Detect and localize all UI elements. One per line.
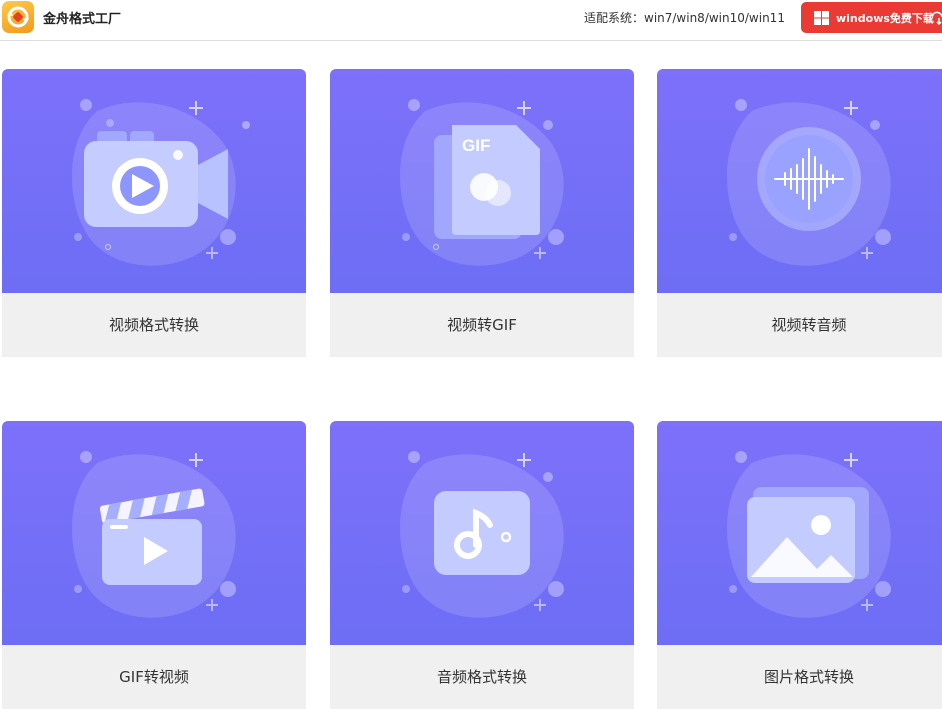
app-logo[interactable] bbox=[2, 1, 34, 33]
card-illustration bbox=[2, 421, 306, 645]
card-label: 视频格式转换 bbox=[108, 316, 199, 334]
card-label-bar: 视频转GIF bbox=[330, 293, 634, 357]
card-video-format-convert[interactable]: 视频格式转换 bbox=[2, 69, 306, 357]
card-label-bar: 图片格式转换 bbox=[657, 645, 942, 709]
card-label: 视频转GIF bbox=[447, 316, 517, 334]
convert-arrows-icon bbox=[7, 6, 29, 28]
card-label-bar: GIF转视频 bbox=[2, 645, 306, 709]
card-illustration: GIF bbox=[330, 69, 634, 293]
app-title: 金舟格式工厂 bbox=[43, 12, 122, 27]
card-label: 图片格式转换 bbox=[763, 668, 854, 686]
card-illustration bbox=[657, 421, 942, 645]
card-video-to-gif[interactable]: GIF 视频转GIF bbox=[330, 69, 634, 357]
system-compat-text: 适配系统：win7/win8/win10/win11 bbox=[584, 11, 785, 25]
audio-wave-icon bbox=[726, 99, 891, 266]
card-label: 音频格式转换 bbox=[436, 668, 527, 686]
card-label-bar: 视频转音频 bbox=[657, 293, 942, 357]
image-icon bbox=[726, 451, 891, 618]
card-illustration bbox=[657, 69, 942, 293]
clapperboard-icon bbox=[71, 451, 236, 618]
gif-file-icon: GIF bbox=[399, 99, 564, 266]
windows-download-button[interactable]: windows免费下载 bbox=[801, 2, 942, 33]
card-audio-format-convert[interactable]: 音频格式转换 bbox=[330, 421, 634, 709]
card-label-bar: 音频格式转换 bbox=[330, 645, 634, 709]
card-label: 视频转音频 bbox=[771, 316, 847, 334]
windows-logo-icon bbox=[814, 11, 829, 25]
card-video-to-audio[interactable]: 视频转音频 bbox=[657, 69, 942, 357]
header-bar: 金舟格式工厂 适配系统：win7/win8/win10/win11 window… bbox=[0, 0, 942, 41]
card-image-format-convert[interactable]: 图片格式转换 bbox=[657, 421, 942, 709]
card-label-bar: 视频格式转换 bbox=[2, 293, 306, 357]
download-label: windows免费下载 bbox=[836, 12, 934, 25]
card-illustration bbox=[330, 421, 634, 645]
music-note-icon bbox=[399, 451, 564, 618]
card-label: GIF转视频 bbox=[119, 668, 189, 686]
cloud-download-icon bbox=[929, 11, 942, 26]
card-gif-to-video[interactable]: GIF转视频 bbox=[2, 421, 306, 709]
video-camera-icon bbox=[71, 99, 250, 266]
card-illustration bbox=[2, 69, 306, 293]
gif-icon-text: GIF bbox=[462, 136, 490, 155]
